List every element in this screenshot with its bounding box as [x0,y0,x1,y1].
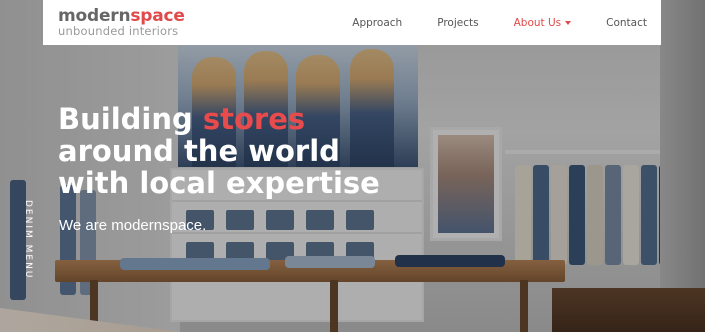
top-navbar: modernspace unbounded interiors Approach… [43,0,661,45]
nav-contact[interactable]: Contact [606,17,647,29]
hero-line-2: around the world [58,134,340,168]
hero-heading: Building stores around the world with lo… [58,103,380,199]
logo-text-modern: modern [58,6,131,26]
nav-about-us-label: About Us [513,16,562,29]
hero-accent-word: stores [202,102,306,136]
nav-about-us[interactable]: About Us [514,17,572,29]
hero-subtitle: We are modernspace. [59,217,207,234]
hero-line-1-prefix: Building [58,102,203,136]
hero-line-1: Building stores [58,103,380,135]
hero-line-3: with local expertise [58,166,380,200]
caret-down-icon [565,20,572,25]
denim-menu-sign: DENIM MENU [23,200,33,280]
logo-text-space: space [130,6,185,26]
main-nav: Approach Projects About Us Contact [317,0,647,45]
logo-tagline: unbounded interiors [58,24,179,38]
site-logo[interactable]: modernspace unbounded interiors [58,8,185,38]
nav-projects[interactable]: Projects [437,17,478,29]
nav-approach[interactable]: Approach [352,17,402,29]
